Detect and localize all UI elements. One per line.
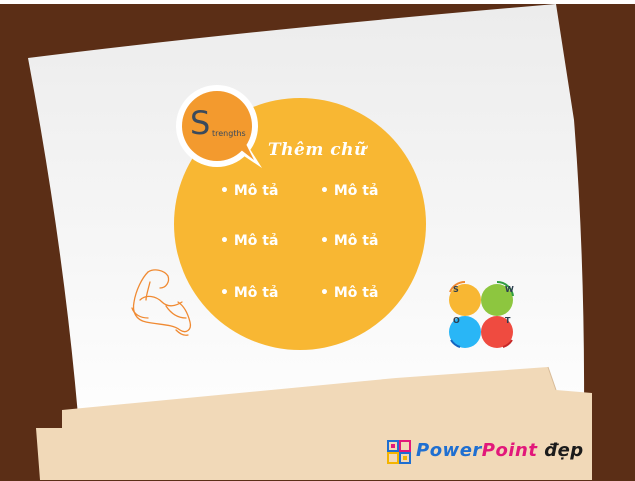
bullet-item: • Mô tả [220, 285, 279, 301]
brand-text-dep: đẹp [537, 440, 584, 461]
brand-text-power: Power [416, 440, 482, 461]
badge-letter: S [190, 104, 211, 142]
powerpoint-logo-icon [387, 440, 411, 464]
swot-w-label: W [505, 285, 514, 294]
brand-text: PowerPoint đẹp [416, 440, 584, 461]
bullet-item: • Mô tả [320, 183, 379, 199]
swot-s-label: S [453, 285, 459, 294]
swot-o-label: O [453, 316, 460, 325]
bullet-item: • Mô tả [320, 285, 379, 301]
badge-subtitle: trengths [212, 129, 246, 138]
bullet-item: • Mô tả [220, 183, 279, 199]
slide: S trengths Thêm chữ • Mô tả • Mô tả • Mô… [0, 0, 635, 481]
brand-text-point: Point [481, 440, 538, 461]
bullet-item: • Mô tả [220, 233, 279, 249]
swot-t-label: T [505, 316, 511, 325]
slide-title: Thêm chữ [268, 140, 367, 160]
slide-graphics [28, 4, 592, 480]
bullet-item: • Mô tả [320, 233, 379, 249]
